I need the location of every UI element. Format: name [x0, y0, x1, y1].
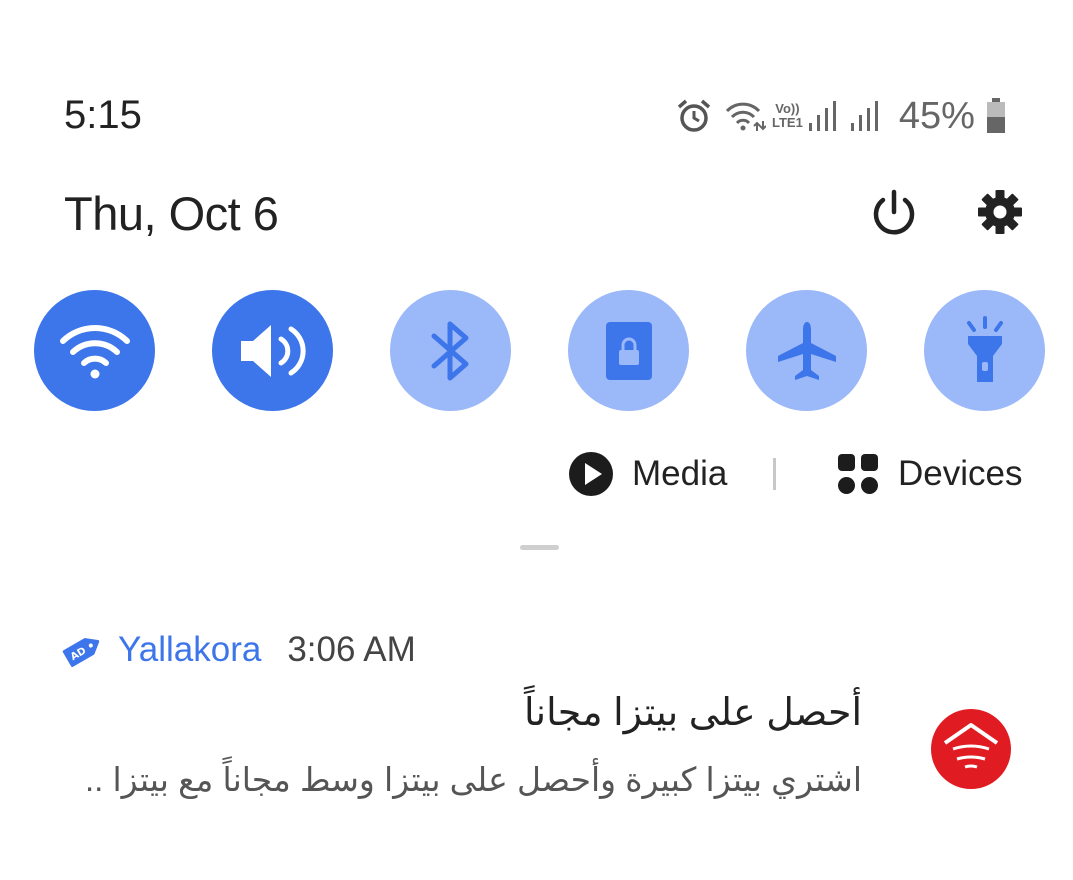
wifi-tile[interactable] — [34, 290, 155, 411]
media-label: Media — [632, 454, 728, 493]
signal-icon — [808, 99, 839, 133]
wifi-icon — [59, 324, 130, 378]
ad-tag-icon: AD — [62, 638, 100, 667]
airplane-mode-tile[interactable] — [746, 290, 867, 411]
notification-app-name: Yallakora — [118, 630, 262, 669]
alarm-icon — [676, 98, 712, 134]
battery-icon — [985, 98, 1007, 134]
battery-percent: 45% — [898, 94, 975, 137]
flashlight-tile[interactable] — [924, 290, 1045, 411]
sound-tile[interactable] — [212, 290, 333, 411]
notification-body[interactable]: اشتري بيتزا كبيرة وأحصل على بيتزا وسط مج… — [85, 760, 862, 799]
devices-icon — [838, 454, 878, 494]
network-type-label: Vo)) LTE1 — [772, 102, 803, 130]
signal-icon-2 — [850, 99, 881, 133]
pizza-hut-logo-icon — [933, 711, 1009, 787]
settings-button[interactable] — [972, 186, 1028, 242]
volume-icon — [240, 324, 306, 377]
volte-label: Vo)) — [775, 101, 800, 116]
notification-header[interactable]: AD Yallakora 3:06 AM — [62, 628, 416, 672]
notification-app-icon[interactable] — [931, 709, 1011, 789]
portrait-lock-icon — [605, 321, 652, 380]
notification-time: 3:06 AM — [287, 630, 416, 669]
media-button[interactable]: Media — [568, 450, 727, 498]
devices-label: Devices — [898, 454, 1023, 493]
power-button[interactable] — [866, 186, 922, 242]
status-icons: Vo)) LTE1 45% — [676, 94, 1007, 137]
portrait-lock-tile[interactable] — [568, 290, 689, 411]
gear-icon — [978, 190, 1022, 234]
airplane-icon — [777, 321, 836, 380]
lte-label: LTE1 — [772, 115, 803, 130]
date-label: Thu, Oct 6 — [64, 187, 279, 240]
power-icon — [873, 189, 915, 235]
bluetooth-icon — [431, 321, 468, 380]
devices-button[interactable]: Devices — [836, 450, 1022, 498]
flashlight-icon — [966, 315, 1003, 382]
status-clock: 5:15 — [64, 93, 142, 137]
wifi-status-icon — [724, 99, 766, 133]
play-icon — [569, 452, 613, 496]
notification-title[interactable]: أحصل على بيتزا مجاناً — [524, 690, 862, 735]
bluetooth-tile[interactable] — [390, 290, 511, 411]
divider — [773, 458, 776, 490]
panel-drag-handle[interactable] — [520, 545, 559, 550]
